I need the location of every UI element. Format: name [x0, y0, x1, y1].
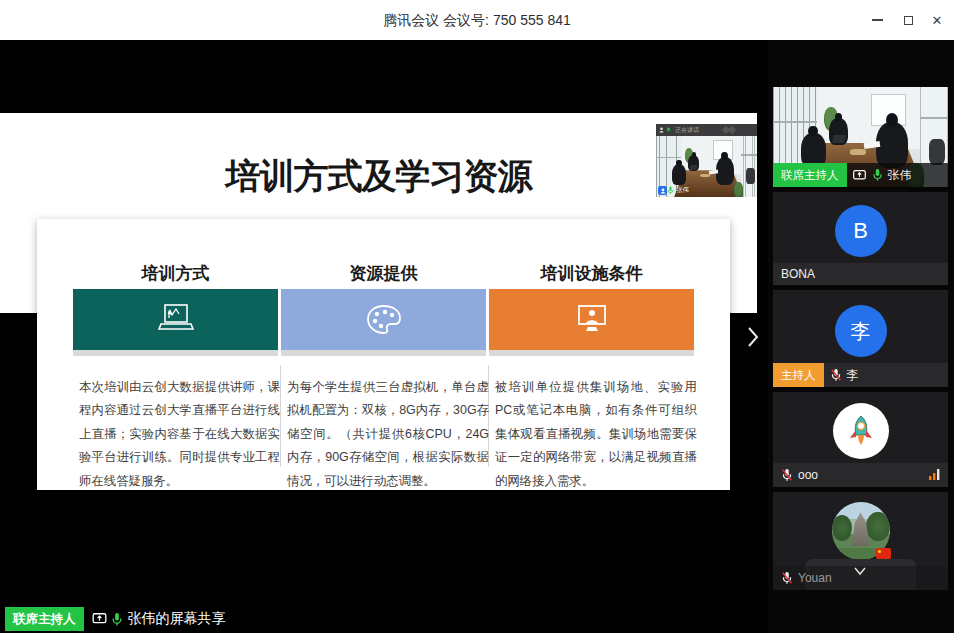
meeting-floating-window[interactable]: 正在讲话 张伟: [656, 124, 757, 197]
slide-title: 培训方式及学习资源: [0, 157, 757, 196]
maximize-button[interactable]: [893, 0, 923, 40]
participant-tile-youan[interactable]: Youan: [773, 492, 948, 590]
floating-speaker-name: 张伟: [676, 186, 689, 195]
screen-share-icon: [92, 613, 107, 625]
cohost-badge: 联席主持人: [5, 607, 84, 631]
member-icon: [659, 127, 664, 133]
host-badge: 主持人: [773, 363, 824, 387]
participant-tile-li[interactable]: 李 主持人 李: [773, 290, 948, 387]
close-button[interactable]: ✕: [922, 0, 952, 40]
mic-muted-icon: [830, 368, 842, 382]
cohost-badge: 联席主持人: [773, 163, 847, 187]
participant-name: Youan: [798, 571, 832, 585]
avatar-rocket: [833, 403, 889, 459]
bar-shadow-3: [489, 350, 694, 356]
participant-name: 李: [847, 367, 859, 384]
participant-tile-ooo[interactable]: ooo: [773, 392, 948, 487]
window-title: 腾讯会议 会议号: 750 555 841: [0, 0, 954, 40]
slide-content-card: 培训方式 资源提供 培训设施条件: [37, 219, 730, 490]
column-bar-1: [73, 289, 278, 350]
next-slide-arrow[interactable]: [746, 325, 762, 349]
chevron-down-icon[interactable]: [852, 566, 868, 578]
window-titlebar: 腾讯会议 会议号: 750 555 841 ✕: [0, 0, 954, 40]
mic-on-icon: [667, 186, 674, 195]
floating-window-speaker: 张伟: [658, 186, 689, 195]
column-divider-1: [280, 365, 281, 467]
participant-name: ooo: [798, 468, 818, 482]
screen-share-icon: [853, 170, 866, 181]
monitor-user-icon: [571, 302, 613, 338]
avatar: 李: [835, 305, 887, 357]
bar-shadow-2: [281, 350, 486, 356]
column-bar-2: [281, 289, 486, 350]
column-text-1: 本次培训由云创大数据提供讲师，课程内容通过云创大学直播平台进行线上直播；实验内容…: [79, 376, 280, 493]
column-header-1: 培训方式: [73, 262, 278, 285]
bar-shadow-1: [73, 350, 278, 356]
sharing-status-text: 张伟的屏幕共享: [128, 610, 226, 628]
floating-window-title: 正在讲话: [675, 126, 699, 135]
sharing-status-bar: 联席主持人 张伟的屏幕共享: [5, 607, 226, 631]
participant-name: 张伟: [888, 167, 912, 184]
network-signal-icon: [929, 469, 941, 480]
mic-muted-icon: [781, 468, 793, 482]
mic-on-icon: [111, 612, 123, 627]
avatar: B: [835, 205, 887, 257]
floating-window-header: 正在讲话: [656, 124, 757, 136]
participant-tile-zhangwei[interactable]: 联席主持人 张伟: [773, 87, 948, 187]
participant-name: BONA: [781, 267, 815, 281]
meeting-logo-icon: [723, 127, 737, 134]
column-text-3: 被培训单位提供集训场地、实验用PC或笔记本电脑，如有条件可组织集体观看直播视频。…: [495, 376, 697, 493]
column-bar-3: [489, 289, 694, 350]
participant-tile-bona[interactable]: B BONA: [773, 192, 948, 285]
member-badge-icon: [658, 186, 667, 195]
flag-badge: [876, 548, 891, 559]
palette-icon: [364, 303, 404, 337]
column-header-2: 资源提供: [281, 262, 486, 285]
column-text-2: 为每个学生提供三台虚拟机，单台虚拟机配置为：双核，8G内存，30G存储空间。（共…: [287, 376, 489, 493]
mini-mic-icon: [666, 127, 671, 133]
column-header-3: 培训设施条件: [489, 262, 694, 285]
mic-on-icon: [872, 168, 883, 182]
minimize-button[interactable]: [862, 0, 892, 40]
mic-muted-icon: [781, 571, 793, 585]
laptop-chart-icon: [153, 302, 199, 338]
